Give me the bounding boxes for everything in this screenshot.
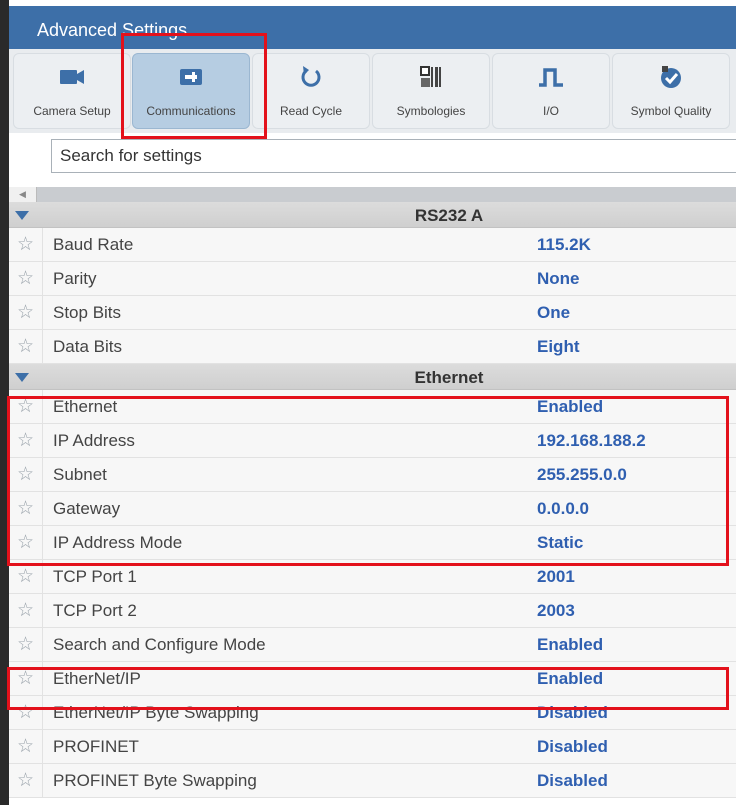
setting-name: EtherNet/IP Byte Swapping (53, 703, 259, 722)
star-icon[interactable]: ☆ (9, 628, 43, 661)
camera-icon (60, 70, 84, 84)
star-icon[interactable]: ☆ (9, 424, 43, 457)
star-icon[interactable]: ☆ (9, 390, 43, 423)
setting-row-ethernet-ip[interactable]: ☆ EtherNet/IP Enabled (9, 662, 736, 696)
setting-row-profinet[interactable]: ☆ PROFINET Disabled (9, 730, 736, 764)
star-icon[interactable]: ☆ (9, 662, 43, 695)
tool-label: Communications (146, 104, 236, 118)
setting-row-profinet-byte-swapping[interactable]: ☆ PROFINET Byte Swapping Disabled (9, 764, 736, 798)
tool-read-cycle[interactable]: Read Cycle (252, 53, 370, 129)
group-header-ethernet[interactable]: Ethernet (9, 364, 736, 390)
scroll-left-icon[interactable]: ◀ (9, 187, 37, 202)
setting-value[interactable]: Disabled (537, 771, 608, 791)
search-input[interactable] (51, 139, 736, 173)
setting-row-baud-rate[interactable]: ☆ Baud Rate 115.2K (9, 228, 736, 262)
setting-name: IP Address (53, 431, 135, 450)
setting-value[interactable]: Enabled (537, 397, 603, 417)
pulse-icon (539, 68, 563, 87)
horizontal-scrollbar[interactable]: ◀ (9, 187, 736, 202)
star-icon[interactable]: ☆ (9, 492, 43, 525)
setting-row-gateway[interactable]: ☆ Gateway 0.0.0.0 (9, 492, 736, 526)
star-icon[interactable]: ☆ (9, 560, 43, 593)
setting-value[interactable]: 0.0.0.0 (537, 499, 589, 519)
left-edge (0, 0, 9, 805)
settings-grid: RS232 A ☆ Baud Rate 115.2K ☆ Parity None… (9, 202, 736, 798)
setting-row-ethernet-ip-byte-swapping[interactable]: ☆ EtherNet/IP Byte Swapping Disabled (9, 696, 736, 730)
tool-communications[interactable]: Communications (132, 53, 250, 129)
setting-value[interactable]: 255.255.0.0 (537, 465, 627, 485)
setting-name: Ethernet (53, 397, 118, 416)
setting-name: Gateway (53, 499, 121, 518)
setting-value[interactable]: 2001 (537, 567, 575, 587)
setting-name: TCP Port 1 (53, 567, 137, 586)
setting-row-data-bits[interactable]: ☆ Data Bits Eight (9, 330, 736, 364)
category-toolbar: Camera Setup Communications Read Cycle S… (9, 49, 736, 133)
setting-name: IP Address Mode (53, 533, 183, 552)
setting-value[interactable]: 115.2K (537, 235, 591, 255)
refresh-icon (301, 66, 321, 87)
tool-label: Camera Setup (33, 104, 111, 118)
setting-value[interactable]: 192.168.188.2 (537, 431, 646, 451)
group-title: RS232 A (414, 206, 484, 225)
setting-value[interactable]: Disabled (537, 737, 608, 757)
search-row (9, 133, 736, 183)
star-icon[interactable]: ☆ (9, 526, 43, 559)
setting-name: Parity (53, 269, 97, 288)
star-icon[interactable]: ☆ (9, 764, 43, 797)
tool-label: Symbologies (396, 104, 466, 118)
page-title: Advanced Settings (37, 20, 188, 40)
setting-name: Subnet (53, 465, 107, 484)
tool-symbol-quality[interactable]: Symbol Quality (612, 53, 730, 129)
setting-value[interactable]: Eight (537, 337, 580, 357)
setting-value[interactable]: One (537, 303, 570, 323)
setting-row-tcp-port-1[interactable]: ☆ TCP Port 1 2001 (9, 560, 736, 594)
setting-row-tcp-port-2[interactable]: ☆ TCP Port 2 2003 (9, 594, 736, 628)
setting-value[interactable]: 2003 (537, 601, 575, 621)
setting-row-ethernet[interactable]: ☆ Ethernet Enabled (9, 390, 736, 424)
setting-value[interactable]: Static (537, 533, 583, 553)
quality-badge-icon (661, 66, 681, 88)
star-icon[interactable]: ☆ (9, 594, 43, 627)
header-bar: Advanced Settings (9, 6, 736, 49)
setting-row-subnet[interactable]: ☆ Subnet 255.255.0.0 (9, 458, 736, 492)
setting-row-parity[interactable]: ☆ Parity None (9, 262, 736, 296)
star-icon[interactable]: ☆ (9, 262, 43, 295)
setting-value[interactable]: Enabled (537, 635, 603, 655)
setting-value[interactable]: Disabled (537, 703, 608, 723)
star-icon[interactable]: ☆ (9, 296, 43, 329)
star-icon[interactable]: ☆ (9, 330, 43, 363)
setting-name: TCP Port 2 (53, 601, 137, 620)
star-icon[interactable]: ☆ (9, 228, 43, 261)
tool-camera-setup[interactable]: Camera Setup (13, 53, 131, 129)
advanced-settings-window: Advanced Settings Camera Setup Communica… (0, 0, 736, 805)
star-icon[interactable]: ☆ (9, 696, 43, 729)
star-icon[interactable]: ☆ (9, 730, 43, 763)
setting-name: Search and Configure Mode (53, 635, 266, 654)
tool-label: Read Cycle (279, 104, 343, 118)
tool-label: Symbol Quality (630, 104, 712, 118)
group-header-rs232a[interactable]: RS232 A (9, 202, 736, 228)
barcode-icon (420, 66, 441, 87)
setting-row-ip-address-mode[interactable]: ☆ IP Address Mode Static (9, 526, 736, 560)
setting-name: PROFINET (53, 737, 139, 756)
setting-name: PROFINET Byte Swapping (53, 771, 257, 790)
setting-name: Stop Bits (53, 303, 122, 322)
setting-name: Baud Rate (53, 235, 134, 254)
tool-symbologies[interactable]: Symbologies (372, 53, 490, 129)
tool-label: I/O (542, 104, 559, 118)
setting-name: Data Bits (53, 337, 122, 356)
setting-name: EtherNet/IP (53, 669, 141, 688)
group-title: Ethernet (414, 368, 484, 387)
tool-io[interactable]: I/O (492, 53, 610, 129)
star-icon[interactable]: ☆ (9, 458, 43, 491)
setting-row-search-and-configure-mode[interactable]: ☆ Search and Configure Mode Enabled (9, 628, 736, 662)
setting-row-stop-bits[interactable]: ☆ Stop Bits One (9, 296, 736, 330)
setting-value[interactable]: Enabled (537, 669, 603, 689)
setting-value[interactable]: None (537, 269, 580, 289)
setting-row-ip-address[interactable]: ☆ IP Address 192.168.188.2 (9, 424, 736, 458)
plug-icon (180, 69, 202, 85)
